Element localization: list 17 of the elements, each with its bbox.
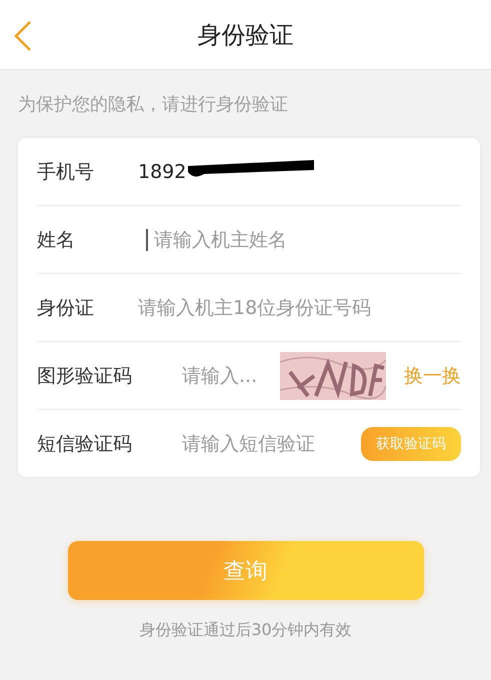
phone-number: 1892 <box>138 160 186 182</box>
field-label: 图形验证码 <box>37 364 133 388</box>
field-label: 姓名 <box>37 228 76 252</box>
field-label: 短信验证码 <box>37 432 133 456</box>
refresh-link[interactable]: 换一换 <box>404 362 461 388</box>
query-button[interactable]: 查询 <box>68 541 424 600</box>
field-label: 手机号 <box>37 160 95 184</box>
field-label: 身份证 <box>37 296 95 320</box>
input-field[interactable]: 请输入... <box>182 364 280 386</box>
privacy-notice: 为保护您的隐私，请进行身份验证 <box>18 94 288 115</box>
get-code-button[interactable]: 获取验证码 <box>361 426 461 460</box>
input-field[interactable]: 请输入短信验证 <box>182 432 347 454</box>
input-field[interactable]: 请输入机主18位身份证号码 <box>138 296 438 318</box>
back-icon[interactable] <box>12 20 34 52</box>
page-title: 身份验证 <box>198 20 294 50</box>
input-field[interactable]: 请输入机主姓名 <box>146 228 454 250</box>
validity-note: 身份验证通过后30分钟内有效 <box>139 620 352 639</box>
